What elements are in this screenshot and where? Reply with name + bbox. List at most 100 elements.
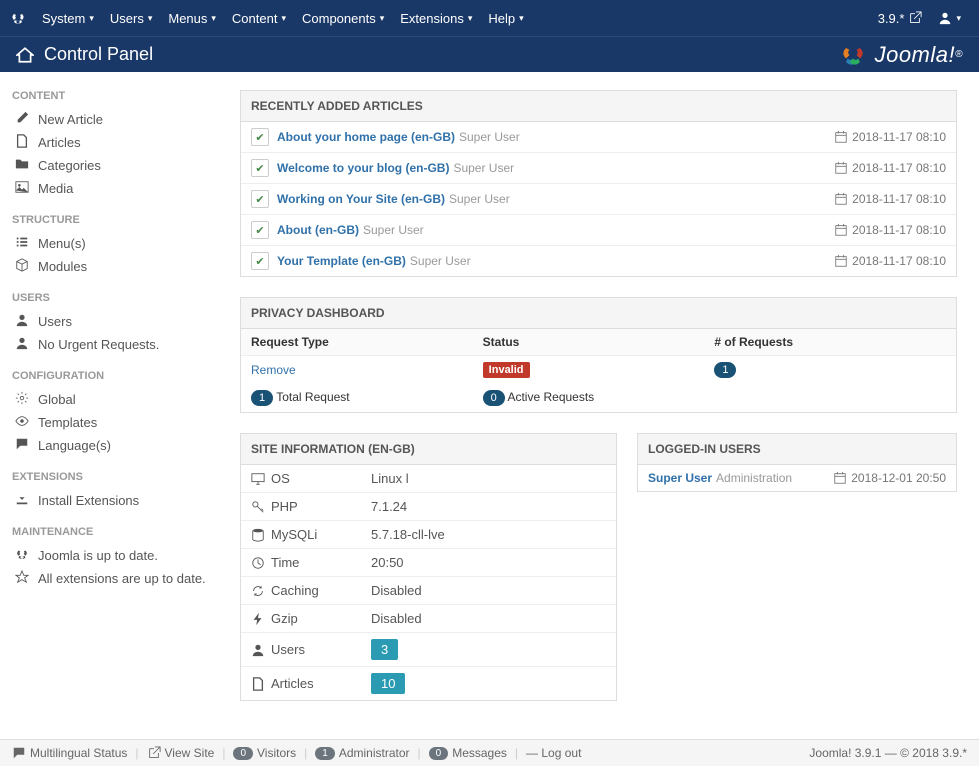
status-badge: Invalid bbox=[483, 362, 530, 378]
refresh-icon bbox=[251, 584, 265, 598]
sidebar-item-modules[interactable]: Modules bbox=[12, 255, 218, 278]
footer-badge: 0 bbox=[233, 747, 253, 760]
article-date: 2018-11-17 08:10 bbox=[834, 130, 946, 144]
user-menu[interactable]: ▾ bbox=[930, 11, 969, 25]
external-icon bbox=[908, 11, 922, 25]
logged-date: 2018-12-01 20:50 bbox=[833, 471, 946, 485]
sidebar-item-menu-s-[interactable]: Menu(s) bbox=[12, 232, 218, 255]
nav-extensions[interactable]: Extensions ▾ bbox=[392, 11, 480, 26]
user-icon bbox=[12, 313, 32, 330]
article-link[interactable]: About your home page (en-GB) bbox=[277, 130, 455, 144]
nav-components[interactable]: Components ▾ bbox=[294, 11, 392, 26]
article-link[interactable]: Working on Your Site (en-GB) bbox=[277, 192, 445, 206]
footer-messages[interactable]: 0 Messages bbox=[429, 746, 507, 760]
footer-administrator[interactable]: 1 Administrator bbox=[315, 746, 409, 760]
sidebar-item-global[interactable]: Global bbox=[12, 388, 218, 411]
external-icon bbox=[147, 746, 161, 760]
sidebar-item-articles[interactable]: Articles bbox=[12, 131, 218, 154]
sidebar-item-media[interactable]: Media bbox=[12, 177, 218, 200]
logged-in-title: LOGGED-IN USERS bbox=[638, 434, 956, 465]
nav-menus[interactable]: Menus ▾ bbox=[160, 11, 224, 26]
folder-icon bbox=[12, 157, 32, 174]
article-date: 2018-11-17 08:10 bbox=[834, 161, 946, 175]
article-date: 2018-11-17 08:10 bbox=[834, 254, 946, 268]
sidebar-item-no-urgent-requests-[interactable]: No Urgent Requests. bbox=[12, 333, 218, 356]
privacy-panel: PRIVACY DASHBOARD Request Type Status # … bbox=[240, 297, 957, 413]
sidebar-item-install-extensions[interactable]: Install Extensions bbox=[12, 489, 218, 512]
sidebar-item-language-s-[interactable]: Language(s) bbox=[12, 434, 218, 457]
sidebar-heading: EXTENSIONS bbox=[12, 471, 218, 483]
sidebar-item-all-extensions-are-up-to-date-[interactable]: All extensions are up to date. bbox=[12, 567, 218, 590]
footer-multilingual-status[interactable]: Multilingual Status bbox=[12, 746, 127, 760]
bolt-icon bbox=[251, 612, 265, 626]
main-content: RECENTLY ADDED ARTICLES ✔About your home… bbox=[230, 72, 979, 739]
sidebar-heading: USERS bbox=[12, 292, 218, 304]
sidebar-item-new-article[interactable]: New Article bbox=[12, 108, 218, 131]
site-info-title: SITE INFORMATION (EN-GB) bbox=[241, 434, 616, 465]
joomla-icon bbox=[12, 547, 32, 564]
info-row-mysqli: MySQLi5.7.18-cll-lve bbox=[241, 521, 616, 549]
calendar-icon bbox=[834, 254, 848, 268]
info-row-php: PHP7.1.24 bbox=[241, 493, 616, 521]
privacy-header-row: Request Type Status # of Requests bbox=[241, 329, 956, 356]
check-icon[interactable]: ✔ bbox=[251, 128, 269, 146]
joomla-brand-icon bbox=[839, 41, 867, 69]
article-row: ✔ About your home page (en-GB) Super User 2… bbox=[241, 122, 956, 153]
article-author: Super User bbox=[410, 254, 471, 268]
sidebar-item-categories[interactable]: Categories bbox=[12, 154, 218, 177]
sidebar-heading: CONTENT bbox=[12, 90, 218, 102]
article-author: Super User bbox=[459, 130, 520, 144]
nav-content[interactable]: Content ▾ bbox=[224, 11, 294, 26]
monitor-icon bbox=[251, 472, 265, 486]
image-icon bbox=[12, 180, 32, 197]
gear-icon bbox=[12, 391, 32, 408]
user-icon bbox=[938, 11, 952, 25]
check-icon[interactable]: ✔ bbox=[251, 221, 269, 239]
footer-log-out[interactable]: — Log out bbox=[526, 746, 581, 760]
calendar-icon bbox=[833, 471, 847, 485]
privacy-summary-active: 0 Active Requests bbox=[483, 390, 715, 406]
sidebar-heading: STRUCTURE bbox=[12, 214, 218, 226]
privacy-header-status: Status bbox=[483, 335, 715, 349]
footer-badge: 1 bbox=[315, 747, 335, 760]
check-icon[interactable]: ✔ bbox=[251, 159, 269, 177]
top-nav: System ▾Users ▾Menus ▾Content ▾Component… bbox=[0, 0, 979, 36]
recent-articles-panel: RECENTLY ADDED ARTICLES ✔About your home… bbox=[240, 90, 957, 277]
info-row-os: OSLinux l bbox=[241, 465, 616, 493]
article-author: Super User bbox=[453, 161, 514, 175]
article-link[interactable]: Welcome to your blog (en-GB) bbox=[277, 161, 449, 175]
sidebar: CONTENT New ArticleArticlesCategoriesMedi… bbox=[0, 72, 230, 739]
check-icon[interactable]: ✔ bbox=[251, 190, 269, 208]
privacy-row: RemoveInvalid1 bbox=[241, 356, 956, 384]
calendar-icon bbox=[834, 161, 848, 175]
nav-system[interactable]: System ▾ bbox=[34, 11, 102, 26]
article-row: ✔ Welcome to your blog (en-GB) Super User 2… bbox=[241, 153, 956, 184]
article-link[interactable]: Your Template (en-GB) bbox=[277, 254, 406, 268]
logged-user-link[interactable]: Super User bbox=[648, 471, 712, 485]
privacy-header-count: # of Requests bbox=[714, 335, 946, 349]
footer-view-site[interactable]: View Site bbox=[147, 746, 215, 760]
info-row-time: Time20:50 bbox=[241, 549, 616, 577]
version-menu[interactable]: 3.9.* bbox=[870, 11, 931, 26]
info-row-articles: Articles10 bbox=[241, 667, 616, 700]
sidebar-item-users[interactable]: Users bbox=[12, 310, 218, 333]
summary-badge: 1 bbox=[251, 390, 273, 406]
sidebar-item-templates[interactable]: Templates bbox=[12, 411, 218, 434]
info-row-caching: CachingDisabled bbox=[241, 577, 616, 605]
sidebar-item-joomla-is-up-to-date-[interactable]: Joomla is up to date. bbox=[12, 544, 218, 567]
list-icon bbox=[12, 235, 32, 252]
check-icon[interactable]: ✔ bbox=[251, 252, 269, 270]
joomla-brand: Joomla!® bbox=[839, 41, 963, 69]
db-icon bbox=[251, 528, 265, 542]
nav-help[interactable]: Help ▾ bbox=[480, 11, 531, 26]
cube-icon bbox=[12, 258, 32, 275]
privacy-type-link[interactable]: Remove bbox=[251, 363, 296, 377]
chat-icon bbox=[12, 746, 26, 760]
sidebar-heading: CONFIGURATION bbox=[12, 370, 218, 382]
nav-users[interactable]: Users ▾ bbox=[102, 11, 160, 26]
privacy-summary-row: 1 Total Request 0 Active Requests bbox=[241, 384, 956, 412]
article-link[interactable]: About (en-GB) bbox=[277, 223, 359, 237]
pencil-icon bbox=[12, 111, 32, 128]
home-icon bbox=[16, 46, 34, 64]
footer-visitors[interactable]: 0 Visitors bbox=[233, 746, 296, 760]
